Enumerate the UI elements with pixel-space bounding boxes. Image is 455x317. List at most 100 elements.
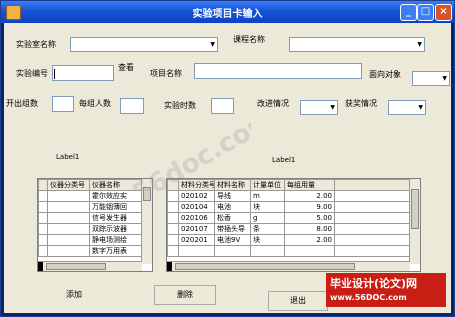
cell-instrument-class[interactable] [47,201,90,213]
material-vertical-scrollbar[interactable] [409,179,420,264]
cell-amount[interactable]: 2.00 [284,190,335,202]
cell-amount[interactable]: 8.00 [284,223,335,235]
close-icon[interactable]: × [435,4,452,21]
row-selector[interactable] [38,201,48,213]
scroll-thumb[interactable] [46,263,106,270]
award-combo[interactable]: ▼ [388,100,426,115]
col-header-amount[interactable]: 每组用量 [284,179,335,191]
cell-instrument-name[interactable]: 静电场测绘 [89,234,143,246]
cell-material-class[interactable]: 020107 [178,223,215,235]
cell-instrument-class[interactable] [47,245,90,257]
table-row[interactable]: 静电场测绘 [38,234,143,246]
col-header-instrument-name[interactable]: 仪器名称 [89,179,143,191]
row-selector[interactable] [38,190,48,202]
table-row[interactable]: 020107 带插头导条 8.00 [167,223,411,235]
target-combo[interactable]: ▼ [412,71,450,86]
cell-amount[interactable]: 5.00 [284,212,335,224]
cell-material-name[interactable]: 导线 [214,190,251,202]
hours-input[interactable] [211,98,234,114]
cell-instrument-class[interactable] [47,234,90,246]
cell-amount[interactable]: 9.00 [284,201,335,213]
per-group-input[interactable] [120,98,144,114]
cell-material-class[interactable]: 020106 [178,212,215,224]
cell-instrument-class[interactable] [47,190,90,202]
row-selector[interactable] [167,234,179,246]
cell-material-name[interactable] [214,245,251,257]
table-row[interactable]: 020104 电池块 9.00 [167,201,411,213]
table-row[interactable]: 霍尔效应实 [38,190,143,202]
chevron-down-icon[interactable]: ▼ [210,41,215,48]
material-horizontal-scrollbar[interactable] [167,261,410,271]
material-grid[interactable]: 材料分类号 材料名称 计量单位 每组用量 020102 导线 m 2.00 020104… [166,178,421,272]
col-header-instrument-class[interactable]: 仪器分类号 [47,179,90,191]
chevron-down-icon[interactable]: ▼ [442,75,447,82]
chevron-down-icon[interactable]: ▼ [418,104,423,111]
cell-material-class[interactable]: 020201 [178,234,215,246]
cell-instrument-name[interactable]: 霍尔效应实 [89,190,143,202]
table-row[interactable]: 020106 松香 g 5.00 [167,212,411,224]
row-selector[interactable] [167,223,179,235]
col-header-material-name[interactable]: 材料名称 [214,179,251,191]
row-selector[interactable] [167,190,179,202]
groups-input[interactable] [52,96,74,112]
cell-instrument-class[interactable] [47,212,90,224]
row-selector[interactable] [38,212,48,224]
row-selector[interactable] [167,245,179,257]
table-row[interactable]: 020102 导线 m 2.00 [167,190,411,202]
table-row[interactable]: 万能铟薄回 [38,201,143,213]
instrument-vertical-scrollbar[interactable] [141,179,152,264]
table-row[interactable]: 信号发生器 [38,212,143,224]
project-name-input[interactable] [194,63,362,79]
table-row[interactable]: 数字万用表 [38,245,143,257]
row-selector[interactable] [38,245,48,257]
improve-combo[interactable]: ▼ [300,100,338,115]
cell-unit[interactable]: m [250,190,285,202]
view-label[interactable]: 查看 [118,62,134,73]
row-selector[interactable] [38,223,48,235]
cell-material-name[interactable]: 松香 [214,212,251,224]
table-row[interactable]: 双踪示波器 [38,223,143,235]
cell-material-class[interactable]: 020102 [178,190,215,202]
table-row[interactable]: 020201 电池9V 块 2.00 [167,234,411,246]
row-selector[interactable] [38,234,48,246]
cell-instrument-name[interactable]: 双踪示波器 [89,223,143,235]
course-name-combo[interactable]: ▼ [289,37,425,52]
instrument-horizontal-scrollbar[interactable] [38,261,142,271]
cell-material-name[interactable]: 带插头导 [214,223,251,235]
cell-material-name[interactable]: 电池9V [214,234,251,246]
scroll-thumb[interactable] [143,187,151,201]
delete-button[interactable]: 删除 [154,285,216,305]
row-selector[interactable] [167,212,179,224]
cell-material-class[interactable] [178,245,215,257]
row-selector[interactable] [167,201,179,213]
cell-instrument-class[interactable] [47,223,90,235]
cell-unit[interactable]: 块 [250,234,285,246]
cell-material-class[interactable]: 020104 [178,201,215,213]
scroll-thumb[interactable] [175,263,355,270]
cell-amount[interactable] [284,245,335,257]
cell-blank [334,223,411,235]
exit-button[interactable]: 退出 [268,291,328,311]
cell-unit[interactable]: g [250,212,285,224]
cell-amount[interactable]: 2.00 [284,234,335,246]
maximize-icon[interactable]: □ [417,4,434,21]
table-row[interactable] [167,245,411,257]
scroll-thumb[interactable] [411,189,419,229]
col-header-unit[interactable]: 计量单位 [250,179,285,191]
exp-no-input[interactable] [52,65,114,81]
cell-unit[interactable]: 块 [250,201,285,213]
chevron-down-icon[interactable]: ▼ [417,41,422,48]
cell-instrument-name[interactable]: 信号发生器 [89,212,143,224]
title-bar[interactable]: 实验项目卡输入 _ □ × [1,1,454,23]
cell-instrument-name[interactable]: 数字万用表 [89,245,143,257]
col-header-material-class[interactable]: 材料分类号 [178,179,215,191]
minimize-icon[interactable]: _ [400,4,417,21]
lab-name-combo[interactable]: ▼ [70,37,218,52]
add-button[interactable]: 添加 [48,285,100,305]
cell-material-name[interactable]: 电池 [214,201,251,213]
cell-instrument-name[interactable]: 万能铟薄回 [89,201,143,213]
chevron-down-icon[interactable]: ▼ [330,104,335,111]
cell-unit[interactable]: 条 [250,223,285,235]
instrument-grid[interactable]: 仪器分类号 仪器名称 霍尔效应实 万能铟薄回 信号发生器 双踪示波器 静电场测绘 数字万用… [37,178,153,272]
cell-unit[interactable] [250,245,285,257]
